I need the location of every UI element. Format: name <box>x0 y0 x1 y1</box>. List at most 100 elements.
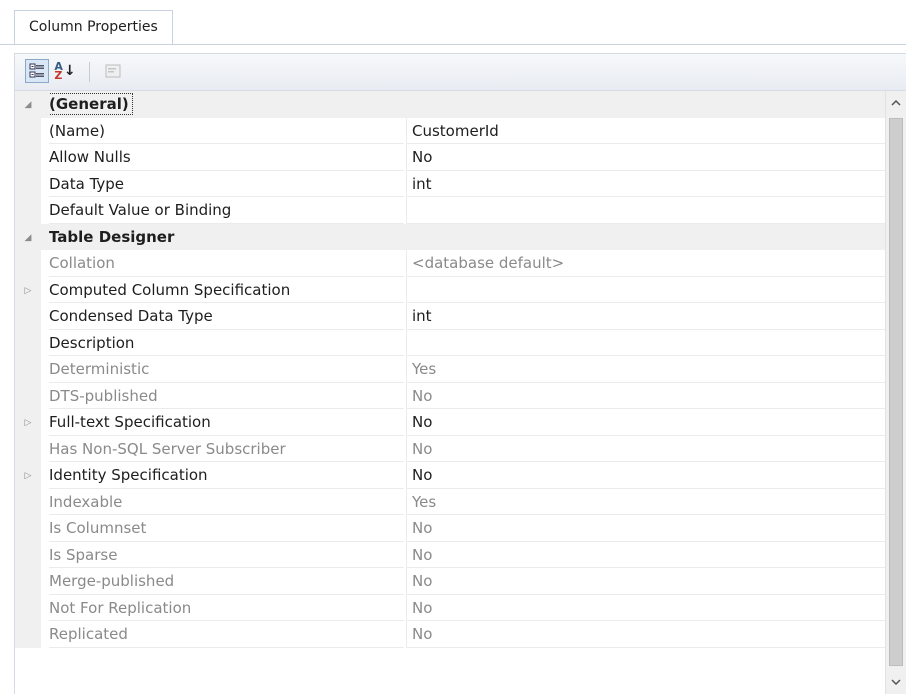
property-name: Collation <box>49 250 404 277</box>
property-name: Has Non-SQL Server Subscriber <box>49 436 404 462</box>
vertical-scrollbar[interactable] <box>885 91 906 694</box>
category-row[interactable]: ◢ Table Designer <box>15 223 886 250</box>
property-row[interactable]: Merge-published No <box>15 568 886 595</box>
property-row[interactable]: ▷ Full-text Specification No <box>15 409 886 436</box>
property-name: Allow Nulls <box>49 144 404 171</box>
property-value: No <box>406 515 886 542</box>
row-gutter <box>15 144 41 171</box>
property-name: Default Value or Binding <box>49 197 404 224</box>
row-gutter <box>15 382 41 409</box>
property-value[interactable]: No <box>406 409 886 436</box>
property-name: Merge-published <box>49 568 404 595</box>
collapse-icon[interactable]: ◢ <box>25 100 32 110</box>
property-value[interactable]: int <box>406 170 886 197</box>
property-value: No <box>406 568 886 595</box>
property-value[interactable] <box>406 197 886 224</box>
collapse-icon[interactable]: ◢ <box>25 233 32 243</box>
row-gutter <box>15 515 41 542</box>
toolbar-separator <box>89 62 90 82</box>
row-gutter <box>15 117 41 144</box>
property-row[interactable]: Has Non-SQL Server Subscriber No <box>15 435 886 462</box>
property-name: Deterministic <box>49 356 404 383</box>
property-row[interactable]: Is Sparse No <box>15 541 886 568</box>
row-gutter <box>15 356 41 383</box>
selected-category-label[interactable]: (General) <box>49 93 133 115</box>
property-name: Is Columnset <box>49 515 404 542</box>
categorized-button[interactable] <box>25 59 49 83</box>
property-value: No <box>406 435 886 462</box>
property-row[interactable]: Replicated No <box>15 621 886 648</box>
property-value: No <box>406 382 886 409</box>
property-row[interactable]: Deterministic Yes <box>15 356 886 383</box>
property-value[interactable] <box>406 276 886 303</box>
property-value: <database default> <box>406 250 886 277</box>
alpha-glyph-bottom: Z <box>54 69 63 82</box>
property-row[interactable]: Is Columnset No <box>15 515 886 542</box>
expand-icon[interactable]: ▷ <box>25 418 32 428</box>
row-gutter: ▷ <box>15 276 41 303</box>
property-name: DTS-published <box>49 383 404 409</box>
row-gutter <box>15 488 41 515</box>
property-value: No <box>406 594 886 621</box>
alphabetical-sort-icon: A Z ↓ <box>54 60 76 82</box>
row-gutter <box>15 621 41 648</box>
property-name: Identity Specification <box>49 462 404 489</box>
property-row[interactable]: Description <box>15 329 886 356</box>
row-gutter <box>15 303 41 330</box>
property-name: (Name) <box>49 118 404 144</box>
row-gutter <box>15 594 41 621</box>
row-gutter <box>15 170 41 197</box>
row-gutter <box>15 197 41 224</box>
row-gutter <box>15 329 41 356</box>
row-gutter: ▷ <box>15 462 41 489</box>
property-toolbar: A Z ↓ <box>14 53 906 91</box>
property-value: No <box>406 541 886 568</box>
property-value[interactable]: No <box>406 144 886 171</box>
property-row[interactable]: Allow Nulls No <box>15 144 886 171</box>
property-name: Indexable <box>49 489 404 515</box>
expand-icon[interactable]: ▷ <box>25 471 32 481</box>
row-gutter <box>15 568 41 595</box>
property-row[interactable]: Condensed Data Type int <box>15 303 886 330</box>
property-pages-button[interactable] <box>101 59 125 83</box>
property-name: Replicated <box>49 621 404 648</box>
property-value: No <box>406 621 886 648</box>
property-pages-icon <box>105 64 121 78</box>
tab-strip: Column Properties <box>0 0 906 45</box>
row-gutter: ▷ <box>15 409 41 436</box>
property-name: Is Sparse <box>49 542 404 568</box>
property-value[interactable]: CustomerId <box>406 117 886 144</box>
property-row[interactable]: ▷ Identity Specification No <box>15 462 886 489</box>
property-name: Not For Replication <box>49 595 404 621</box>
property-row[interactable]: ▷ Computed Column Specification <box>15 276 886 303</box>
property-name: Full-text Specification <box>49 409 404 436</box>
property-row[interactable]: Default Value or Binding <box>15 197 886 224</box>
category-row[interactable]: ◢ (General) <box>15 91 886 118</box>
property-value[interactable] <box>406 329 886 356</box>
scrollbar-thumb[interactable] <box>889 118 903 666</box>
property-row[interactable]: Collation <database default> <box>15 250 886 277</box>
row-gutter: ◢ <box>15 223 41 250</box>
property-value: Yes <box>406 488 886 515</box>
row-gutter <box>15 435 41 462</box>
property-row[interactable]: (Name) CustomerId <box>15 117 886 144</box>
property-row[interactable]: Not For Replication No <box>15 594 886 621</box>
chevron-up-icon[interactable] <box>886 93 906 113</box>
property-name: Condensed Data Type <box>49 303 404 330</box>
category-label: Table Designer <box>49 227 175 246</box>
property-row[interactable]: Indexable Yes <box>15 488 886 515</box>
chevron-down-icon[interactable] <box>886 672 906 692</box>
property-row[interactable]: Data Type int <box>15 170 886 197</box>
tab-column-properties[interactable]: Column Properties <box>14 10 173 44</box>
expand-icon[interactable]: ▷ <box>25 286 32 296</box>
property-value: Yes <box>406 356 886 383</box>
alphabetical-button[interactable]: A Z ↓ <box>53 59 77 83</box>
property-name: Description <box>49 330 404 356</box>
category-label: (General) <box>49 91 886 118</box>
row-gutter: ◢ <box>15 91 41 118</box>
property-row[interactable]: DTS-published No <box>15 382 886 409</box>
property-value[interactable]: No <box>406 462 886 489</box>
row-gutter <box>15 541 41 568</box>
property-value[interactable]: int <box>406 303 886 330</box>
row-gutter <box>15 250 41 277</box>
